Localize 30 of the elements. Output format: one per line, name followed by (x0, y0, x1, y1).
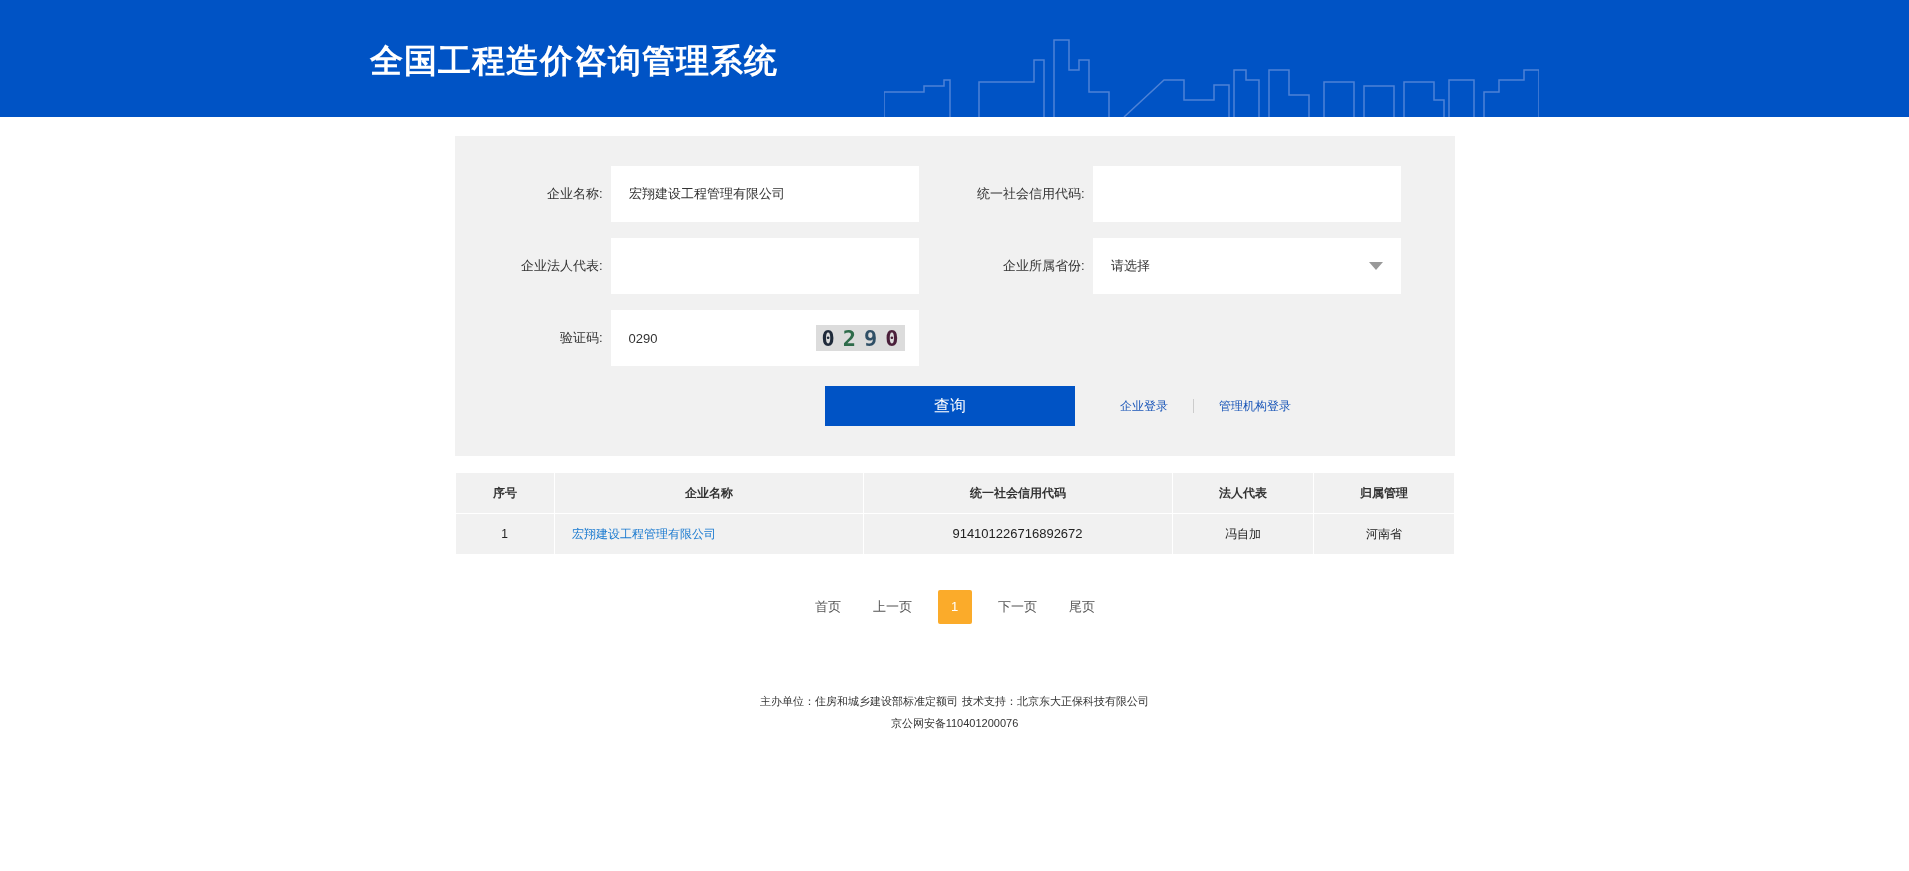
page-button[interactable]: 尾页 (1058, 590, 1105, 624)
company-link[interactable]: 宏翔建设工程管理有限公司 (571, 527, 716, 541)
field-label: 企业法人代表: (519, 257, 604, 276)
page-button[interactable]: 首页 (804, 590, 851, 624)
column-header: 序号 (455, 472, 554, 514)
captcha-image[interactable]: 0 2 9 0 (815, 325, 905, 351)
column-header: 企业名称 (554, 472, 863, 514)
field-label: 企业所属省份: (1001, 257, 1086, 276)
caret-icon (1368, 262, 1383, 270)
field-label: 统一社会信用代码: (975, 185, 1086, 204)
table-cell: 1 (455, 513, 554, 555)
page-button[interactable]: 下一页 (987, 590, 1047, 624)
page-button[interactable]: 上一页 (862, 590, 922, 624)
column-header: 法人代表 (1172, 472, 1313, 514)
login-link[interactable]: 管理机构登录 (1218, 397, 1291, 415)
table-cell: 914101226716892672 (863, 513, 1172, 555)
province-select[interactable]: 请选择 (1092, 238, 1401, 294)
site-title: 全国工程造价咨询管理系统 (370, 40, 778, 82)
login-link[interactable]: 企业登录 (1119, 397, 1168, 415)
table-cell: 冯自加 (1172, 513, 1313, 555)
column-header: 归属管理 (1313, 472, 1454, 514)
field-label: 企业名称: (545, 185, 604, 204)
footer-text: 京公网安备110401200076 (890, 716, 1019, 731)
input-field[interactable]: 宏翔建设工程管理有限公司 (610, 166, 919, 222)
footer-text: 主办单位：住房和城乡建设部标准定额司 技术支持：北京东大正保科技有限公司 (760, 694, 1149, 709)
field-label: 验证码: (558, 329, 604, 348)
table-cell: 河南省 (1313, 513, 1454, 555)
search-button[interactable]: 查询 (824, 386, 1075, 426)
captcha-field[interactable]: 0290 0 2 9 0 (610, 310, 919, 366)
column-header: 统一社会信用代码 (863, 472, 1172, 514)
